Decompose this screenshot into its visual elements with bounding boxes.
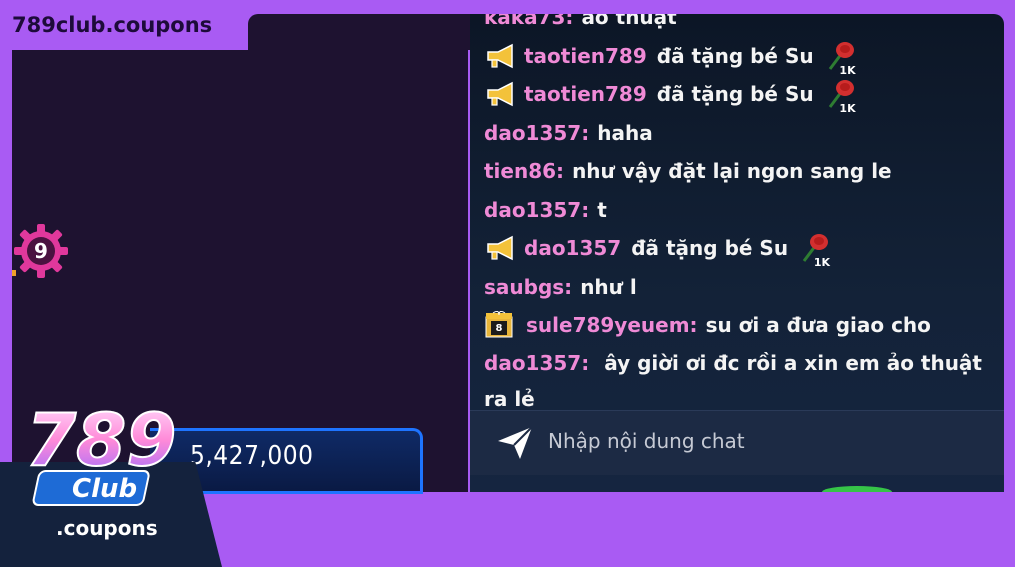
- level-number: 9: [34, 239, 48, 263]
- chat-text: đã tặng bé Su: [631, 236, 789, 261]
- chat-message: dao1357: haha: [484, 114, 994, 153]
- vip-level: 8: [491, 321, 507, 336]
- chat-username[interactable]: kaka73:: [484, 14, 573, 29]
- rose-icon: 1K: [822, 39, 856, 77]
- chat-panel: kaka73: ảo thuật taotien789 đã tặng bé S…: [470, 14, 1004, 492]
- 789club-logo: 789 Club .coupons: [25, 397, 177, 540]
- gift-value: 1K: [839, 102, 856, 116]
- chat-text: đã tặng bé Su: [656, 43, 814, 68]
- chat-message: saubgs: như l: [484, 268, 994, 307]
- megaphone-icon: [487, 43, 513, 68]
- site-domain-label: 789club.coupons: [0, 0, 248, 50]
- level-gear-icon[interactable]: 9: [12, 222, 70, 280]
- chat-text: như vậy đặt lại ngon sang le: [572, 159, 892, 184]
- chat-text: haha: [597, 120, 653, 145]
- svg-text:.coupons: .coupons: [56, 516, 158, 540]
- gift-value: 1K: [839, 63, 856, 77]
- chat-gift-message: taotien789 đã tặng bé Su 1K: [484, 75, 994, 115]
- chat-text: như l: [580, 274, 637, 299]
- chat-username[interactable]: sule789yeuem:: [526, 313, 698, 337]
- chat-text: t: [597, 197, 607, 222]
- chat-text: ảo thuật: [581, 14, 677, 30]
- chat-message: dao1357: t: [484, 191, 994, 230]
- megaphone-icon: [487, 236, 513, 261]
- chat-message: kaka73: ảo thuật: [484, 14, 994, 37]
- chat-username[interactable]: taotien789: [524, 44, 647, 68]
- send-icon[interactable]: [496, 425, 534, 461]
- game-panel-top: [248, 14, 470, 50]
- chat-gift-message: taotien789 đã tặng bé Su 1K: [484, 37, 994, 77]
- chat-gift-message: dao1357 đã tặng bé Su 1K: [484, 229, 994, 269]
- chat-username[interactable]: taotien789: [524, 82, 647, 106]
- gift-value: 1K: [813, 256, 831, 270]
- vip-badge-icon: 8: [484, 311, 514, 339]
- chat-username[interactable]: dao1357:: [484, 121, 589, 145]
- chat-input-field[interactable]: Nhập nội dung chat: [548, 429, 745, 453]
- chat-username[interactable]: dao1357:: [484, 198, 589, 222]
- rose-icon: 1K: [796, 231, 830, 269]
- chat-message-list[interactable]: kaka73: ảo thuật taotien789 đã tặng bé S…: [484, 14, 994, 417]
- chat-username[interactable]: dao1357: [524, 236, 621, 260]
- green-button-edge[interactable]: [822, 486, 892, 492]
- chat-username[interactable]: tien86:: [484, 159, 564, 183]
- chat-message: dao1357: ây giời ơi đc rồi a xin em ảo t…: [484, 345, 994, 417]
- svg-text:Club: Club: [72, 474, 137, 504]
- chat-text: đã tặng bé Su: [656, 82, 814, 107]
- indicator-tick: [12, 270, 16, 276]
- chat-vip-message: 8 sule789yeuem: su ơi a đưa giao cho: [484, 306, 994, 345]
- chat-input-bar[interactable]: Nhập nội dung chat: [470, 410, 1004, 475]
- rose-icon: 1K: [822, 77, 856, 115]
- chat-message: tien86: như vậy đặt lại ngon sang le: [484, 152, 994, 191]
- chat-text: su ơi a đưa giao cho: [705, 313, 931, 338]
- megaphone-icon: [487, 82, 513, 107]
- balance-amount: 5,427,000: [190, 441, 314, 471]
- chat-username[interactable]: saubgs:: [484, 275, 572, 299]
- chat-username[interactable]: dao1357:: [484, 351, 589, 375]
- svg-text:789: 789: [26, 398, 176, 482]
